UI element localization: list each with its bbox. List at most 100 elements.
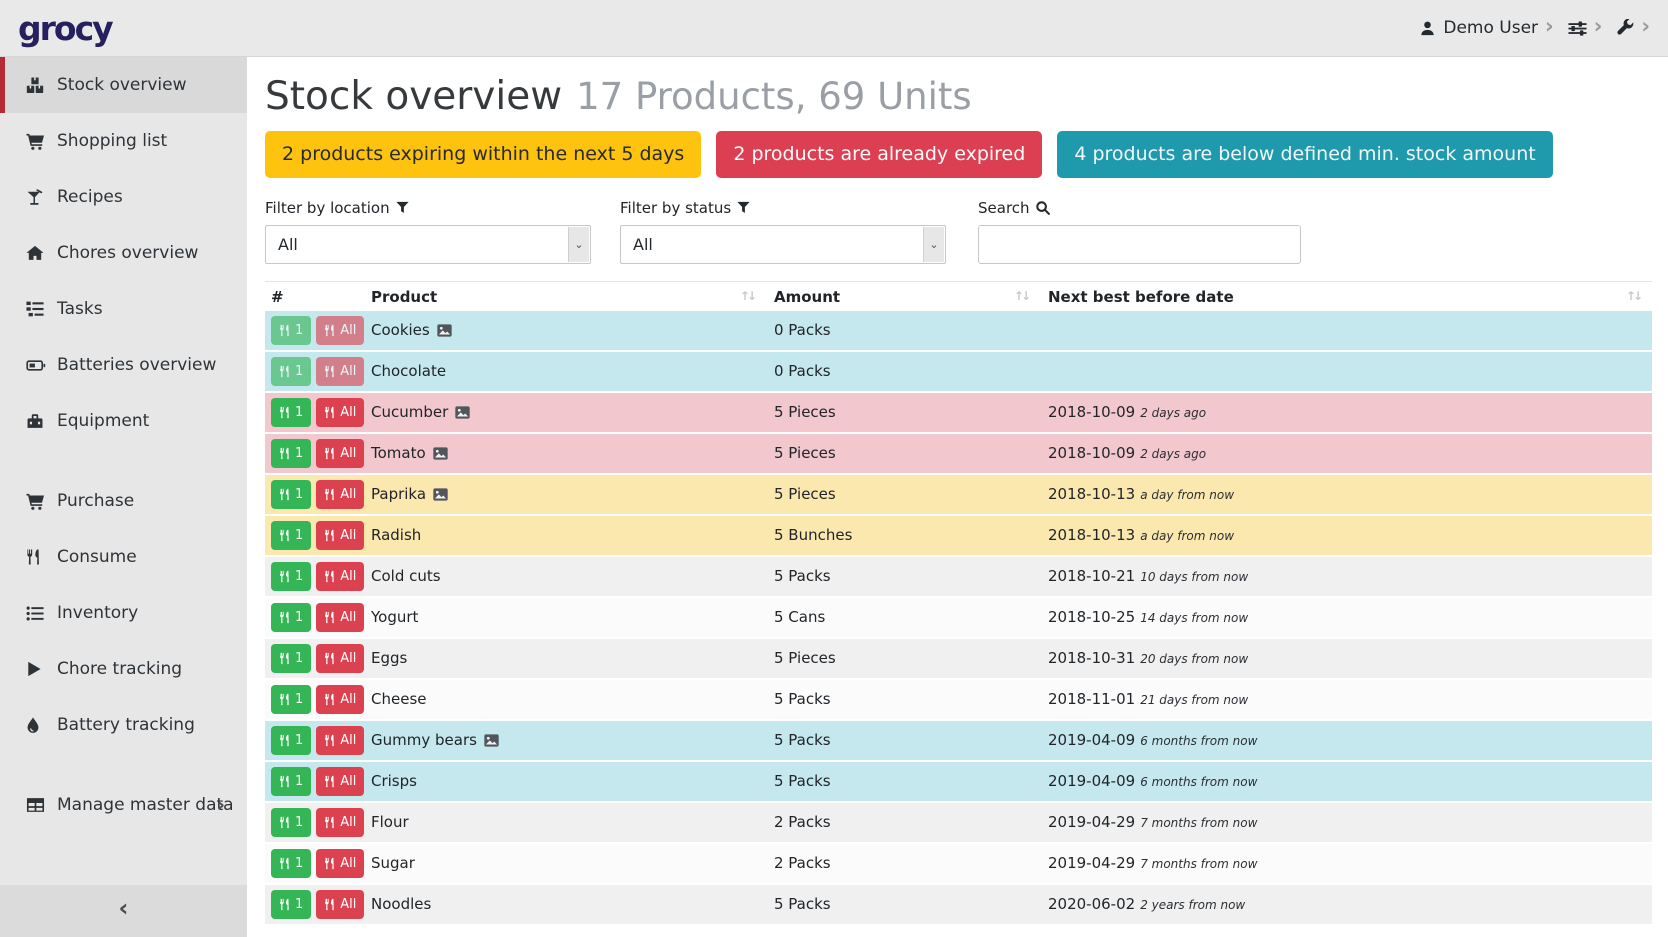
status-filter-select[interactable]: All ⌄ <box>620 225 946 264</box>
utensils-icon <box>279 775 291 788</box>
consume-all-button[interactable]: All <box>316 316 364 345</box>
product-name[interactable]: Cheese <box>371 690 766 708</box>
product-name[interactable]: Gummy bears <box>371 731 766 749</box>
consume-one-button[interactable]: 1 <box>271 316 311 345</box>
consume-all-button[interactable]: All <box>316 439 364 468</box>
consume-all-button[interactable]: All <box>316 644 364 673</box>
consume-one-button[interactable]: 1 <box>271 357 311 386</box>
product-name[interactable]: Cold cuts <box>371 567 766 585</box>
collapse-sidebar-button[interactable]: ‹ <box>0 885 247 937</box>
date-relative: 2 days ago <box>1140 406 1206 420</box>
consume-one-button[interactable]: 1 <box>271 480 311 509</box>
date-relative: 2 days ago <box>1140 447 1206 461</box>
admin-menu[interactable]: › <box>1616 16 1650 40</box>
utensils-icon <box>324 693 336 706</box>
consume-one-button[interactable]: 1 <box>271 808 311 837</box>
app-logo[interactable]: grocy <box>18 12 112 45</box>
sidebar-item-batteries-overview[interactable]: Batteries overview <box>0 337 247 393</box>
product-name[interactable]: Cucumber <box>371 403 766 421</box>
search-icon <box>1036 201 1050 215</box>
page-header: Stock overview 17 Products, 69 Units <box>265 73 1652 122</box>
consume-one-button[interactable]: 1 <box>271 890 311 919</box>
consume-all-button[interactable]: All <box>316 562 364 591</box>
consume-one-label: 1 <box>295 610 303 625</box>
sidebar-item-consume[interactable]: Consume <box>0 529 247 585</box>
sidebar-item-tasks[interactable]: Tasks <box>0 281 247 337</box>
product-name[interactable]: Crisps <box>371 772 766 790</box>
sidebar-item-shopping-list[interactable]: Shopping list <box>0 113 247 169</box>
consume-one-button[interactable]: 1 <box>271 849 311 878</box>
product-name[interactable]: Paprika <box>371 485 766 503</box>
consume-one-button[interactable]: 1 <box>271 726 311 755</box>
sidebar-item-chore-tracking[interactable]: Chore tracking <box>0 641 247 697</box>
consume-all-button[interactable]: All <box>316 726 364 755</box>
sidebar-item-manage-master-data[interactable]: Manage master data› <box>0 777 247 833</box>
product-name[interactable]: Chocolate <box>371 362 766 380</box>
column-header-product[interactable]: Product↑↓ <box>371 288 766 306</box>
amount-value: 2 Packs <box>766 854 1040 872</box>
consume-all-button[interactable]: All <box>316 849 364 878</box>
sort-icon[interactable]: ↑↓ <box>1626 289 1640 303</box>
sidebar-item-label: Chore tracking <box>57 659 182 679</box>
consume-all-button[interactable]: All <box>316 480 364 509</box>
sort-icon[interactable]: ↑↓ <box>1014 289 1028 303</box>
consume-all-button[interactable]: All <box>316 521 364 550</box>
search-input[interactable] <box>978 225 1301 264</box>
sidebar-item-recipes[interactable]: Recipes <box>0 169 247 225</box>
table-row: 1AllCold cuts5 Packs2018-10-2110 days fr… <box>265 557 1652 598</box>
consume-one-button[interactable]: 1 <box>271 603 311 632</box>
sidebar-item-stock-overview[interactable]: Stock overview <box>0 57 247 113</box>
column-header-next-best-before-date[interactable]: Next best before date↑↓ <box>1040 288 1652 306</box>
table-row: 1AllYogurt5 Cans2018-10-2514 days from n… <box>265 598 1652 639</box>
below-min-stock-alert-button[interactable]: 4 products are below defined min. stock … <box>1057 131 1552 178</box>
consume-all-button[interactable]: All <box>316 685 364 714</box>
consume-all-button[interactable]: All <box>316 603 364 632</box>
product-name[interactable]: Flour <box>371 813 766 831</box>
product-name[interactable]: Noodles <box>371 895 766 913</box>
consume-all-button[interactable]: All <box>316 398 364 427</box>
product-name[interactable]: Yogurt <box>371 608 766 626</box>
row-actions: 1All <box>265 849 371 878</box>
sidebar-item-chores-overview[interactable]: Chores overview <box>0 225 247 281</box>
location-filter-label-text: Filter by location <box>265 199 390 217</box>
consume-one-button[interactable]: 1 <box>271 439 311 468</box>
amount-value: 5 Pieces <box>766 485 1040 503</box>
consume-one-button[interactable]: 1 <box>271 562 311 591</box>
product-name[interactable]: Eggs <box>371 649 766 667</box>
consume-all-button[interactable]: All <box>316 890 364 919</box>
sidebar-item-battery-tracking[interactable]: Battery tracking <box>0 697 247 753</box>
consume-one-button[interactable]: 1 <box>271 685 311 714</box>
consume-one-button[interactable]: 1 <box>271 398 311 427</box>
sidebar-items: Stock overviewShopping listRecipesChores… <box>0 57 247 833</box>
amount-value: 5 Packs <box>766 895 1040 913</box>
cart-icon <box>26 493 50 510</box>
sidebar-item-inventory[interactable]: Inventory <box>0 585 247 641</box>
location-filter-select[interactable]: All ⌄ <box>265 225 591 264</box>
consume-one-button[interactable]: 1 <box>271 767 311 796</box>
consume-all-button[interactable]: All <box>316 357 364 386</box>
consume-all-button[interactable]: All <box>316 767 364 796</box>
consume-all-label: All <box>340 692 356 707</box>
utensils-icon <box>26 549 50 565</box>
utensils-icon <box>324 529 336 542</box>
product-name[interactable]: Cookies <box>371 321 766 339</box>
user-menu[interactable]: Demo User › <box>1419 16 1553 40</box>
column-header-amount[interactable]: Amount↑↓ <box>766 288 1040 306</box>
settings-menu[interactable]: › <box>1568 16 1603 40</box>
sort-icon[interactable]: ↑↓ <box>740 289 754 303</box>
table-row: 1AllCucumber5 Pieces2018-10-092 days ago <box>265 393 1652 434</box>
best-before-date: 2019-04-297 months from now <box>1040 813 1652 831</box>
status-filter: Filter by status All ⌄ <box>620 197 946 264</box>
sidebar-item-purchase[interactable]: Purchase <box>0 473 247 529</box>
product-name[interactable]: Tomato <box>371 444 766 462</box>
product-name[interactable]: Radish <box>371 526 766 544</box>
consume-one-button[interactable]: 1 <box>271 644 311 673</box>
best-before-date: 2018-10-3120 days from now <box>1040 649 1652 667</box>
consume-one-button[interactable]: 1 <box>271 521 311 550</box>
product-name[interactable]: Sugar <box>371 854 766 872</box>
consume-all-button[interactable]: All <box>316 808 364 837</box>
expired-alert-button[interactable]: 2 products are already expired <box>716 131 1042 178</box>
expiring-alert-button[interactable]: 2 products expiring within the next 5 da… <box>265 131 701 178</box>
consume-one-label: 1 <box>295 897 303 912</box>
sidebar-item-equipment[interactable]: Equipment <box>0 393 247 449</box>
